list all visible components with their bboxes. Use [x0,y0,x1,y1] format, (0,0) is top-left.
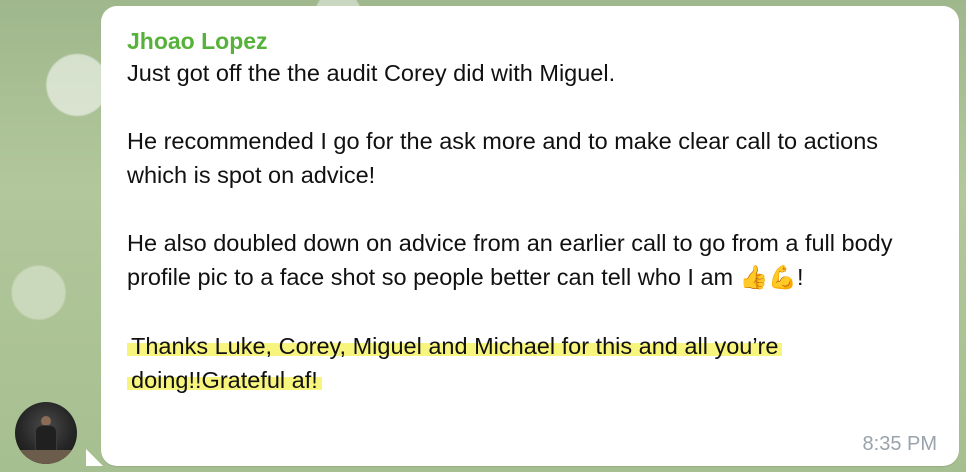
highlighted-thanks-text: Thanks Luke, Corey, Miguel and Michael f… [127,333,783,393]
thumbs-up-emoji-icon: 👍 [739,265,769,291]
message-paragraph-2: He recommended I go for the ask more and… [127,128,879,188]
message-bubble[interactable]: Jhoao Lopez Just got off the the audit C… [101,6,959,466]
message-paragraph-4: Thanks Luke, Corey, Miguel and Michael f… [127,329,933,397]
avatar-figure-body [36,426,56,452]
message-timestamp: 8:35 PM [862,433,937,455]
sender-name[interactable]: Jhoao Lopez [127,26,933,56]
message-paragraph-1: Just got off the the audit Corey did wit… [127,60,616,86]
avatar-floor [15,450,77,464]
avatar-figure-head [41,416,51,426]
flexed-biceps-emoji-icon: 💪 [768,265,797,291]
sender-avatar[interactable] [15,402,77,464]
message-text: Just got off the the audit Corey did wit… [127,56,933,397]
message-paragraph-3-end: ! [796,264,804,290]
message-paragraph-3: He also doubled down on advice from an e… [127,226,933,295]
